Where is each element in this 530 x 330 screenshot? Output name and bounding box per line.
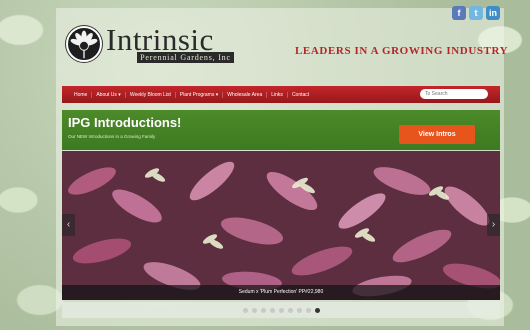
intro-banner: IPG Introductions! Our NEW Introductions… <box>62 110 500 150</box>
nav-wholesale-area[interactable]: Wholesale Area <box>223 91 268 98</box>
intro-title: IPG Introductions! <box>68 115 182 130</box>
slider-dot[interactable] <box>314 307 320 313</box>
nav-about-us[interactable]: About Us ▾ <box>92 91 126 98</box>
view-intros-button[interactable]: View Intros <box>399 125 475 144</box>
logo-subtitle: Perennial Gardens, Inc <box>137 52 234 63</box>
facebook-icon[interactable]: f <box>452 6 466 20</box>
tagline: LEADERS IN A GROWING INDUSTRY <box>295 45 509 57</box>
nav-weekly-bloom-list[interactable]: Weekly Bloom List <box>126 91 176 98</box>
site-logo[interactable]: Intrinsic Perennial Gardens, Inc <box>66 22 236 66</box>
twitter-icon[interactable]: t <box>469 6 483 20</box>
slider-dot[interactable] <box>260 307 266 313</box>
plant-photo <box>62 151 500 300</box>
main-nav: Home About Us ▾ Weekly Bloom List Plant … <box>62 86 500 103</box>
slider-dot[interactable] <box>305 307 311 313</box>
slider-dot[interactable] <box>269 307 275 313</box>
social-links: f t in <box>452 6 500 20</box>
prev-slide-arrow-icon[interactable]: ‹ <box>62 214 75 236</box>
next-slide-arrow-icon[interactable]: › <box>487 214 500 236</box>
hero-slider: ‹ › Sedum x 'Plum Perfection' PP#22,980 <box>62 151 500 300</box>
linkedin-icon[interactable]: in <box>486 6 500 20</box>
intro-subtitle: Our NEW Introductions in a Growing Famil… <box>68 134 156 139</box>
slider-pagination <box>62 302 500 318</box>
slider-dot[interactable] <box>242 307 248 313</box>
slider-dot[interactable] <box>251 307 257 313</box>
slide-caption: Sedum x 'Plum Perfection' PP#22,980 <box>62 285 500 300</box>
slider-dot[interactable] <box>296 307 302 313</box>
slider-dot[interactable] <box>278 307 284 313</box>
nav-contact[interactable]: Contact <box>288 92 313 98</box>
slider-dot[interactable] <box>287 307 293 313</box>
nav-plant-programs[interactable]: Plant Programs ▾ <box>176 91 224 98</box>
nav-links[interactable]: Links <box>267 91 288 98</box>
flower-logo-icon <box>66 26 102 62</box>
search-input[interactable] <box>420 89 488 99</box>
nav-home[interactable]: Home <box>70 91 93 98</box>
